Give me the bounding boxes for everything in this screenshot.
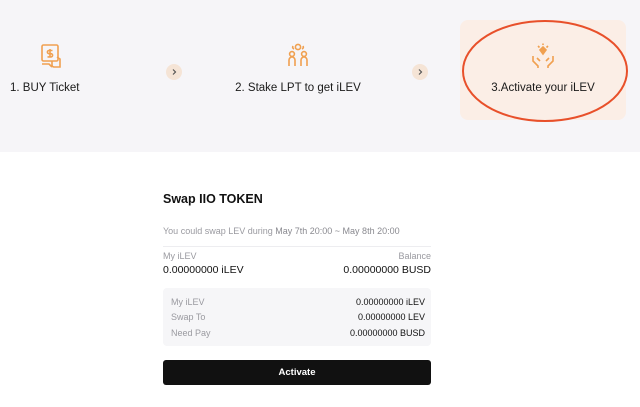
step-label: 3.Activate your iLEV <box>491 82 595 94</box>
step-activate-ilev[interactable]: 3.Activate your iLEV <box>460 20 626 120</box>
detail-label: My iLEV <box>171 296 205 307</box>
detail-row: Need Pay 0.00000000 BUSD <box>171 325 425 341</box>
balance-labels: My iLEV Balance <box>163 251 431 261</box>
page-title: Swap IIO TOKEN <box>163 192 263 206</box>
balance-label: Balance <box>398 251 431 261</box>
swap-panel: Swap IIO TOKEN You could swap LEV during… <box>163 180 431 385</box>
step-stake-lpt[interactable]: 2. Stake LPT to get iLEV <box>230 20 366 120</box>
period-prefix: You could swap LEV during <box>163 226 273 236</box>
step-label: 1. BUY Ticket <box>10 82 80 94</box>
detail-label: Swap To <box>171 312 206 323</box>
activate-hands-icon <box>532 43 554 68</box>
detail-row: Swap To 0.00000000 LEV <box>171 310 425 326</box>
balance-values: 0.00000000 iLEV 0.00000000 BUSD <box>163 264 431 276</box>
activate-button[interactable]: Activate <box>163 359 431 385</box>
detail-row: My iLEV 0.00000000 iLEV <box>171 294 425 310</box>
my-ilev-label: My iLEV <box>163 251 197 261</box>
chevron-right-icon <box>412 64 428 80</box>
steps-bar: 1. BUY Ticket 2. Stake LPT to get iLEV 3… <box>0 0 640 152</box>
step-buy-ticket[interactable]: 1. BUY Ticket <box>10 20 90 120</box>
detail-value: 0.00000000 LEV <box>357 312 425 323</box>
swap-period: You could swap LEV during May 7th 20:00 … <box>163 226 431 236</box>
period-range: May 7th 20:00 ~ May 8th 20:00 <box>275 226 400 236</box>
detail-value: 0.00000000 BUSD <box>349 327 425 338</box>
buy-ticket-icon <box>41 44 61 68</box>
chevron-right-icon <box>166 64 182 80</box>
stake-people-icon <box>288 43 308 66</box>
divider <box>163 246 431 247</box>
step-label: 2. Stake LPT to get iLEV <box>235 82 361 94</box>
my-ilev-value: 0.00000000 iLEV <box>163 264 244 276</box>
swap-details: My iLEV 0.00000000 iLEV Swap To 0.000000… <box>163 288 431 346</box>
balance-value: 0.00000000 BUSD <box>343 264 431 276</box>
detail-label: Need Pay <box>171 327 211 338</box>
detail-value: 0.00000000 iLEV <box>355 296 425 307</box>
